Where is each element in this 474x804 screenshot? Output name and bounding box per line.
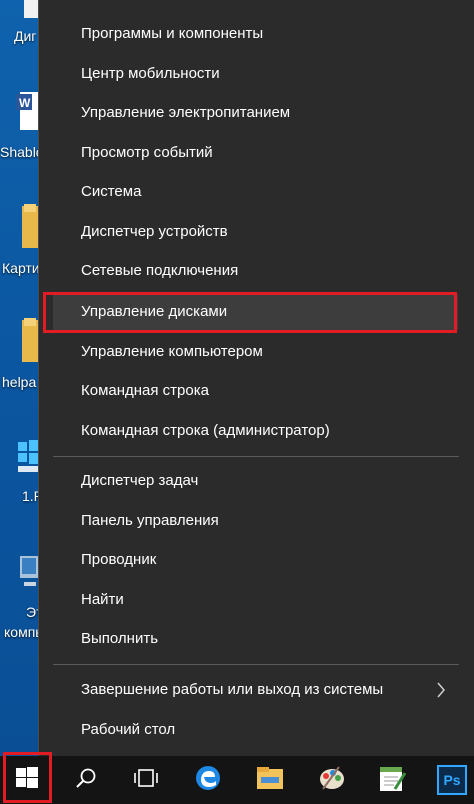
menu-item-network-connections[interactable]: Сетевые подключения	[53, 253, 458, 289]
menu-item-task-manager[interactable]: Диспетчер задач	[53, 463, 458, 499]
menu-item-computer-management[interactable]: Управление компьютером	[53, 334, 458, 370]
menu-item-run[interactable]: Выполнить	[53, 621, 458, 657]
menu-item-power-options[interactable]: Управление электропитанием	[53, 95, 458, 131]
computer-icon	[20, 548, 40, 595]
menu-item-command-prompt-admin[interactable]: Командная строка (администратор)	[53, 413, 458, 449]
file-explorer-button[interactable]	[246, 756, 294, 804]
menu-item-desktop[interactable]: Рабочий стол	[53, 712, 458, 748]
task-view-button[interactable]	[122, 756, 170, 804]
menu-item-system[interactable]: Система	[53, 174, 458, 210]
paint-icon	[317, 763, 347, 798]
file-explorer-icon	[255, 765, 285, 796]
menu-item-search[interactable]: Найти	[53, 582, 458, 618]
windows-icon	[18, 438, 40, 477]
menu-item-programs-features[interactable]: Программы и компоненты	[53, 16, 458, 52]
start-annotation-box	[3, 752, 52, 803]
power-user-menu: Программы и компоненты Центр мобильности…	[38, 0, 474, 756]
highlight-annotation-box	[43, 292, 457, 333]
photoshop-icon: Ps	[437, 765, 467, 795]
menu-item-file-explorer[interactable]: Проводник	[53, 542, 458, 578]
menu-item-device-manager[interactable]: Диспетчер устройств	[53, 214, 458, 250]
search-icon	[75, 767, 97, 794]
svg-text:W: W	[19, 96, 31, 110]
menu-separator	[53, 664, 459, 665]
notepad-button[interactable]	[368, 756, 416, 804]
menu-separator	[53, 456, 459, 457]
menu-item-control-panel[interactable]: Панель управления	[53, 503, 458, 539]
paint-button[interactable]	[308, 756, 356, 804]
menu-item-label: Завершение работы или выход из системы	[81, 681, 384, 698]
menu-item-command-prompt[interactable]: Командная строка	[53, 373, 458, 409]
notepad-icon	[377, 763, 407, 798]
taskbar: Ps	[0, 756, 474, 804]
edge-button[interactable]	[184, 756, 232, 804]
photoshop-button[interactable]: Ps	[428, 756, 474, 804]
search-button[interactable]	[62, 756, 110, 804]
menu-item-shutdown-signout[interactable]: Завершение работы или выход из системы	[53, 672, 458, 708]
task-view-icon	[133, 767, 159, 794]
edge-icon	[194, 764, 222, 797]
menu-item-mobility-center[interactable]: Центр мобильности	[53, 56, 458, 92]
menu-item-event-viewer[interactable]: Просмотр событий	[53, 135, 458, 171]
